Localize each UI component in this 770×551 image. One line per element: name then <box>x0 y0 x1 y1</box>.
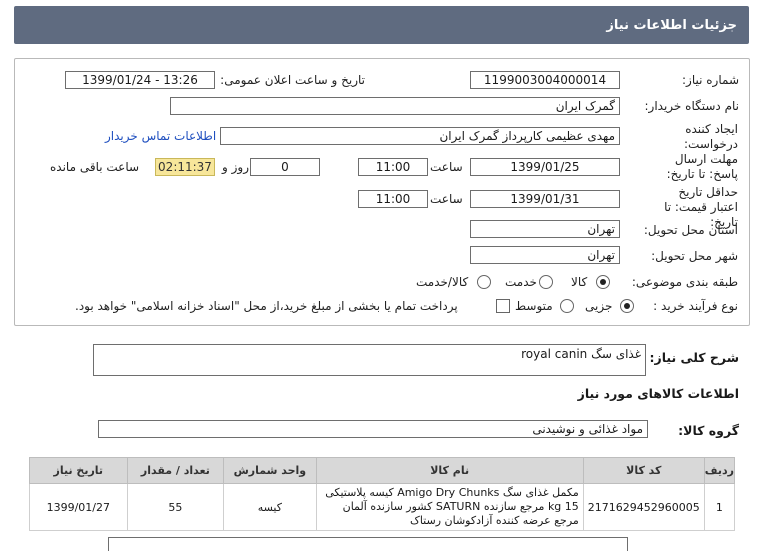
col-index-header: ردیف <box>703 457 736 484</box>
purchase-type-label: نوع فرآیند خرید : <box>653 299 738 313</box>
treasury-payment-note: پرداخت تمام یا بخشی از مبلغ خرید،از محل … <box>75 299 458 313</box>
category-goods-radio[interactable] <box>596 275 610 289</box>
reply-date-field: 1399/01/25 <box>470 158 620 176</box>
row-date: 1399/01/27 <box>29 483 128 531</box>
category-service-label: خدمت <box>505 275 537 289</box>
purchase-medium-label: متوسط <box>515 299 553 313</box>
row-code: 2171629452960005 <box>582 483 705 531</box>
col-name-header: نام کالا <box>315 457 584 484</box>
city-field: تهران <box>470 246 620 264</box>
need-number-label: شماره نیاز: <box>682 73 739 87</box>
buyer-contact-link[interactable]: اطلاعات تماس خریدار <box>105 129 216 143</box>
general-desc-label: شرح کلی نیاز: <box>649 350 739 365</box>
reply-time-label: ساعت <box>430 160 463 174</box>
validity-time-field: 11:00 <box>358 190 428 208</box>
category-mixed-radio[interactable] <box>477 275 491 289</box>
table-row: 1 2171629452960005 مکمل غذای سگ Amigo Dr… <box>29 483 736 531</box>
category-label: طبقه بندی موضوعی: <box>631 275 738 289</box>
day-and-label: روز و <box>222 160 249 174</box>
buyer-org-label: نام دستگاه خریدار: <box>644 99 740 113</box>
col-code-header: کد کالا <box>582 457 705 484</box>
announce-datetime-label: تاریخ و ساعت اعلان عمومی: <box>220 73 365 87</box>
page-title-bar: جزئیات اطلاعات نیاز <box>14 6 749 44</box>
col-unit-header: واحد شمارش <box>223 457 317 484</box>
goods-table: ردیف کد کالا نام کالا واحد شمارش تعداد /… <box>29 457 736 531</box>
city-label: شهر محل تحویل: <box>651 249 738 263</box>
row-name: مکمل غذای سگ Amigo Dry Chunks کیسه پلاست… <box>315 483 584 531</box>
category-mixed-label: کالا/خدمت <box>416 275 469 289</box>
requester-field: مهدی عظیمی کارپرداز گمرک ایران <box>220 127 620 145</box>
purchase-medium-radio[interactable] <box>560 299 574 313</box>
category-service-radio[interactable] <box>539 275 553 289</box>
remaining-days-field: 0 <box>250 158 320 176</box>
goods-table-header: ردیف کد کالا نام کالا واحد شمارش تعداد /… <box>29 457 736 484</box>
validity-date-field: 1399/01/31 <box>470 190 620 208</box>
col-qty-header: تعداد / مقدار <box>126 457 225 484</box>
treasury-payment-checkbox[interactable] <box>496 299 510 313</box>
purchase-small-radio[interactable] <box>620 299 634 313</box>
row-unit: کیسه <box>223 483 317 531</box>
goods-info-heading: اطلاعات کالاهای مورد نیاز <box>577 386 739 401</box>
countdown-timer: 02:11:37 <box>155 158 215 176</box>
province-field: تهران <box>470 220 620 238</box>
province-label: استان محل تحویل: <box>643 223 738 237</box>
buyer-org-field: گمرک ایران <box>170 97 620 115</box>
purchase-small-label: جزیی <box>585 299 613 313</box>
col-date-header: تاریخ نیاز <box>29 457 128 484</box>
need-details-page: جزئیات اطلاعات نیاز شماره نیاز: 11990030… <box>0 0 770 551</box>
requester-label: ایجاد کننده درخواست: <box>684 122 738 151</box>
announce-datetime-field: 1399/01/24 - 13:26 <box>65 71 215 89</box>
validity-time-label: ساعت <box>430 192 463 206</box>
general-desc-field: غذای سگ royal canin <box>93 344 646 376</box>
next-section-box <box>108 537 628 551</box>
category-goods-label: کالا <box>571 275 588 289</box>
row-qty: 55 <box>126 483 225 531</box>
reply-deadline-label: مهلت ارسال پاسخ: تا تاریخ: <box>666 152 738 181</box>
page-title: جزئیات اطلاعات نیاز <box>606 17 737 33</box>
row-index: 1 <box>703 483 736 531</box>
goods-group-field: مواد غذائی و نوشیدنی <box>98 420 648 438</box>
goods-group-label: گروه کالا: <box>678 423 739 438</box>
remaining-label: ساعت باقی مانده <box>50 160 140 174</box>
need-number-field: 1199003004000014 <box>470 71 620 89</box>
reply-time-field: 11:00 <box>358 158 428 176</box>
